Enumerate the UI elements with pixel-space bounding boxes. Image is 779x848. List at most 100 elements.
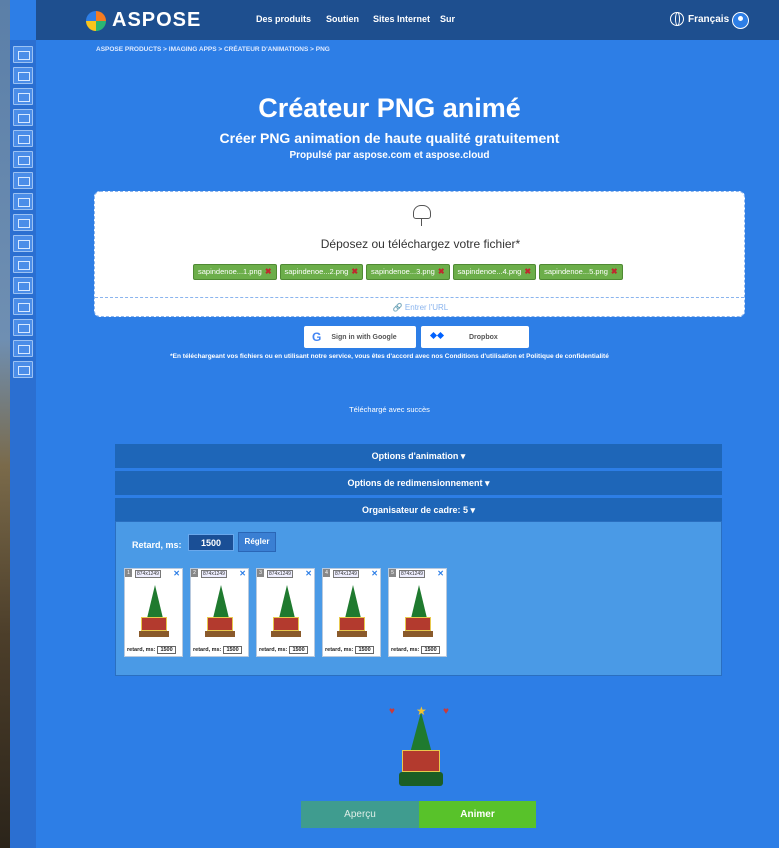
animate-button[interactable]: Animer	[419, 801, 536, 828]
sidebar-tool-icon[interactable]	[13, 277, 33, 294]
frame-thumbnail-base	[139, 631, 169, 637]
brand-name: ASPOSE	[112, 9, 202, 31]
sidebar-tool-icon[interactable]	[13, 67, 33, 84]
url-divider	[95, 297, 744, 298]
google-signin-button[interactable]: G Sign in with Google	[304, 326, 416, 348]
remove-file-icon[interactable]: ✖	[524, 264, 531, 280]
dropbox-label: Dropbox	[469, 333, 498, 341]
sidebar-tool-icon[interactable]	[13, 298, 33, 315]
remove-file-icon[interactable]: ✖	[438, 264, 445, 280]
sidebar-tool-icon[interactable]	[13, 193, 33, 210]
frame-number: 2	[191, 569, 198, 577]
animation-preview-image: ★ ♥ ♥	[385, 704, 455, 792]
nav-products[interactable]: Des produits	[256, 14, 311, 24]
sidebar-tool-icon[interactable]	[13, 256, 33, 273]
breadcrumb[interactable]: ASPOSE PRODUCTS > IMAGING APPS > CRÉATEU…	[96, 46, 330, 53]
frame-list: 1 874x1249 ✕ retard, ms: 1500 2 874x1249 …	[124, 568, 447, 657]
frame-card[interactable]: 3 874x1249 ✕ retard, ms: 1500	[256, 568, 315, 657]
frame-size: 874x1249	[333, 570, 359, 578]
user-account-icon[interactable]	[732, 12, 749, 29]
desktop-wallpaper-strip	[0, 0, 10, 848]
terms-notice: *En téléchargeant vos fichiers ou en uti…	[170, 353, 609, 360]
frame-thumbnail-photo	[273, 617, 299, 631]
sidebar-tool-icon[interactable]	[13, 235, 33, 252]
remove-frame-icon[interactable]: ✕	[305, 569, 312, 578]
globe-icon	[670, 12, 684, 26]
frame-thumbnail-photo	[141, 617, 167, 631]
frame-organizer-toggle[interactable]: Organisateur de cadre: 5 ▾	[115, 498, 722, 522]
page-title: Créateur PNG animé	[258, 93, 521, 123]
aspose-logo-icon	[86, 10, 106, 31]
frame-number: 5	[389, 569, 396, 577]
delay-label: Retard, ms:	[132, 540, 182, 550]
nav-support[interactable]: Soutien	[326, 14, 359, 24]
frame-delay: retard, ms: 1500	[193, 646, 242, 654]
drop-instructions: Déposez ou téléchargez votre fichier*	[320, 237, 521, 251]
animation-options-toggle[interactable]: Options d'animation ▾	[115, 444, 722, 468]
file-chip[interactable]: sapindenoe...1.png ✖	[193, 264, 277, 280]
preview-base	[399, 772, 443, 786]
dropbox-button[interactable]: Dropbox	[421, 326, 529, 348]
upload-status: Téléchargé avec succès	[349, 405, 430, 414]
file-chip[interactable]: sapindenoe...5.png ✖	[539, 264, 623, 280]
frame-delay: retard, ms: 1500	[127, 646, 176, 654]
aspose-logo[interactable]: ASPOSE	[86, 9, 201, 32]
apply-delay-button[interactable]: Régler	[238, 532, 276, 552]
sidebar-tool-icon[interactable]	[13, 214, 33, 231]
enter-url-link[interactable]: 🔗 Entrer l'URL	[95, 303, 746, 312]
top-navigation: ASPOSE Des produits Soutien Sites Intern…	[36, 0, 779, 40]
dropbox-icon	[431, 332, 443, 342]
frame-thumbnail-base	[337, 631, 367, 637]
frame-card[interactable]: 2 874x1249 ✕ retard, ms: 1500	[190, 568, 249, 657]
nav-websites[interactable]: Sites Internet	[373, 14, 430, 24]
uploaded-files: sapindenoe...1.png ✖ sapindenoe...2.png ✖ …	[193, 264, 623, 280]
file-chip[interactable]: sapindenoe...4.png ✖	[452, 264, 537, 280]
frame-number: 4	[323, 569, 330, 577]
frame-thumbnail-base	[271, 631, 301, 637]
frame-delay-input[interactable]: 1500	[223, 646, 242, 654]
frame-size: 874x1249	[399, 570, 425, 578]
tool-sidebar	[10, 40, 36, 848]
cloud-upload-icon	[413, 205, 431, 226]
remove-file-icon[interactable]: ✖	[351, 264, 358, 280]
frame-thumbnail-base	[403, 631, 433, 637]
frame-delay-input[interactable]: 1500	[421, 646, 440, 654]
delay-input[interactable]: 1500	[188, 534, 234, 551]
powered-by: Propulsé par aspose.com et aspose.cloud	[289, 150, 490, 161]
frame-size: 874x1249	[267, 570, 293, 578]
resize-options-toggle[interactable]: Options de redimensionnement ▾	[115, 471, 722, 495]
frame-size: 874x1249	[201, 570, 227, 578]
frame-card[interactable]: 1 874x1249 ✕ retard, ms: 1500	[124, 568, 183, 657]
frame-delay-input[interactable]: 1500	[289, 646, 308, 654]
frame-number: 1	[125, 569, 132, 577]
nav-about[interactable]: Sur	[440, 14, 455, 24]
sidebar-tool-icon[interactable]	[13, 172, 33, 189]
frame-thumbnail-photo	[339, 617, 365, 631]
frame-thumbnail-base	[205, 631, 235, 637]
file-drop-zone[interactable]: Déposez ou téléchargez votre fichier* sa…	[94, 191, 745, 317]
frame-delay-input[interactable]: 1500	[355, 646, 374, 654]
frame-delay: retard, ms: 1500	[325, 646, 374, 654]
sidebar-tool-icon[interactable]	[13, 319, 33, 336]
frame-card[interactable]: 5 874x1249 ✕ retard, ms: 1500	[388, 568, 447, 657]
heart-icon: ♥	[389, 706, 395, 717]
google-icon: G	[312, 330, 322, 344]
language-label: Français	[688, 13, 730, 25]
language-selector[interactable]: Français	[670, 12, 729, 26]
heart-icon: ♥	[443, 706, 449, 717]
remove-frame-icon[interactable]: ✕	[239, 569, 246, 578]
star-icon: ★	[416, 704, 427, 718]
remove-frame-icon[interactable]: ✕	[371, 569, 378, 578]
remove-frame-icon[interactable]: ✕	[173, 569, 180, 578]
frame-delay-input[interactable]: 1500	[157, 646, 176, 654]
remove-file-icon[interactable]: ✖	[265, 264, 272, 280]
frame-card[interactable]: 4 874x1249 ✕ retard, ms: 1500	[322, 568, 381, 657]
sidebar-tool-icon[interactable]	[13, 361, 33, 378]
file-chip[interactable]: sapindenoe...3.png ✖	[366, 264, 450, 280]
page-subtitle: Créer PNG animation de haute qualité gra…	[219, 130, 560, 146]
sidebar-expand-icon[interactable]	[13, 46, 33, 63]
preview-button[interactable]: Aperçu	[301, 801, 419, 828]
file-chip[interactable]: sapindenoe...2.png ✖	[279, 264, 364, 280]
remove-frame-icon[interactable]: ✕	[437, 569, 444, 578]
remove-file-icon[interactable]: ✖	[611, 264, 618, 280]
